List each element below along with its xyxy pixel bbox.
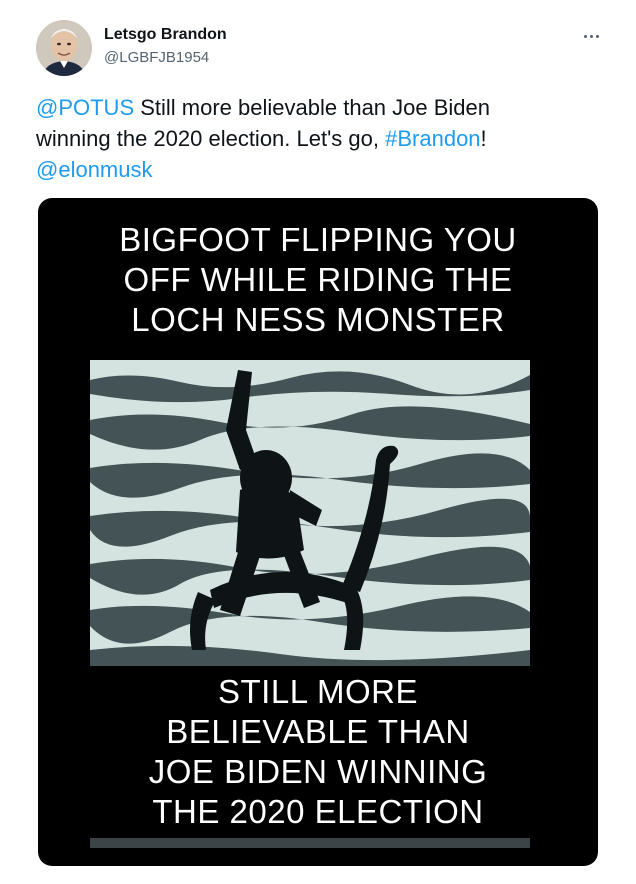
ellipsis-dot bbox=[589, 34, 593, 38]
photo-edge bbox=[90, 838, 530, 848]
mention-potus[interactable]: @POTUS bbox=[36, 95, 134, 120]
tweet[interactable]: Letsgo Brandon @LGBFJB1954 @POTUS Still … bbox=[0, 0, 636, 884]
media-bottom-caption: STILL MORE BELIEVABLE THAN JOE BIDEN WIN… bbox=[38, 672, 598, 832]
caption-line: BELIEVABLE THAN bbox=[166, 713, 470, 750]
caption-line: OFF WHILE RIDING THE bbox=[123, 261, 513, 298]
caption-line: LOCH NESS MONSTER bbox=[131, 301, 505, 338]
tweet-text: @POTUS Still more believable than Joe Bi… bbox=[36, 92, 596, 185]
ellipsis-icon bbox=[583, 34, 587, 38]
caption-line: JOE BIDEN WINNING bbox=[148, 753, 488, 790]
author-avatar[interactable] bbox=[36, 20, 92, 76]
author-handle[interactable]: @LGBFJB1954 bbox=[104, 49, 209, 66]
user-avatar-icon bbox=[36, 20, 92, 76]
hashtag-brandon[interactable]: #Brandon bbox=[385, 126, 480, 151]
caption-line: BIGFOOT FLIPPING YOU bbox=[119, 221, 517, 258]
caption-line: STILL MORE bbox=[218, 673, 418, 710]
tweet-text-part: Still more believable than Joe Biden bbox=[134, 95, 491, 120]
tweet-text-part: ! bbox=[480, 126, 487, 151]
caption-line: THE 2020 ELECTION bbox=[152, 793, 484, 830]
tweet-text-part: winning the 2020 election. Let's go, bbox=[36, 126, 386, 151]
mention-elonmusk[interactable]: @elonmusk bbox=[36, 157, 153, 182]
bigfoot-loch-ness-photo bbox=[90, 360, 530, 666]
more-options-button[interactable] bbox=[578, 26, 604, 46]
ellipsis-dot bbox=[595, 34, 599, 38]
author-name[interactable]: Letsgo Brandon bbox=[104, 26, 227, 44]
media-top-caption: BIGFOOT FLIPPING YOU OFF WHILE RIDING TH… bbox=[38, 220, 598, 340]
tweet-media-image[interactable]: BIGFOOT FLIPPING YOU OFF WHILE RIDING TH… bbox=[38, 198, 598, 866]
